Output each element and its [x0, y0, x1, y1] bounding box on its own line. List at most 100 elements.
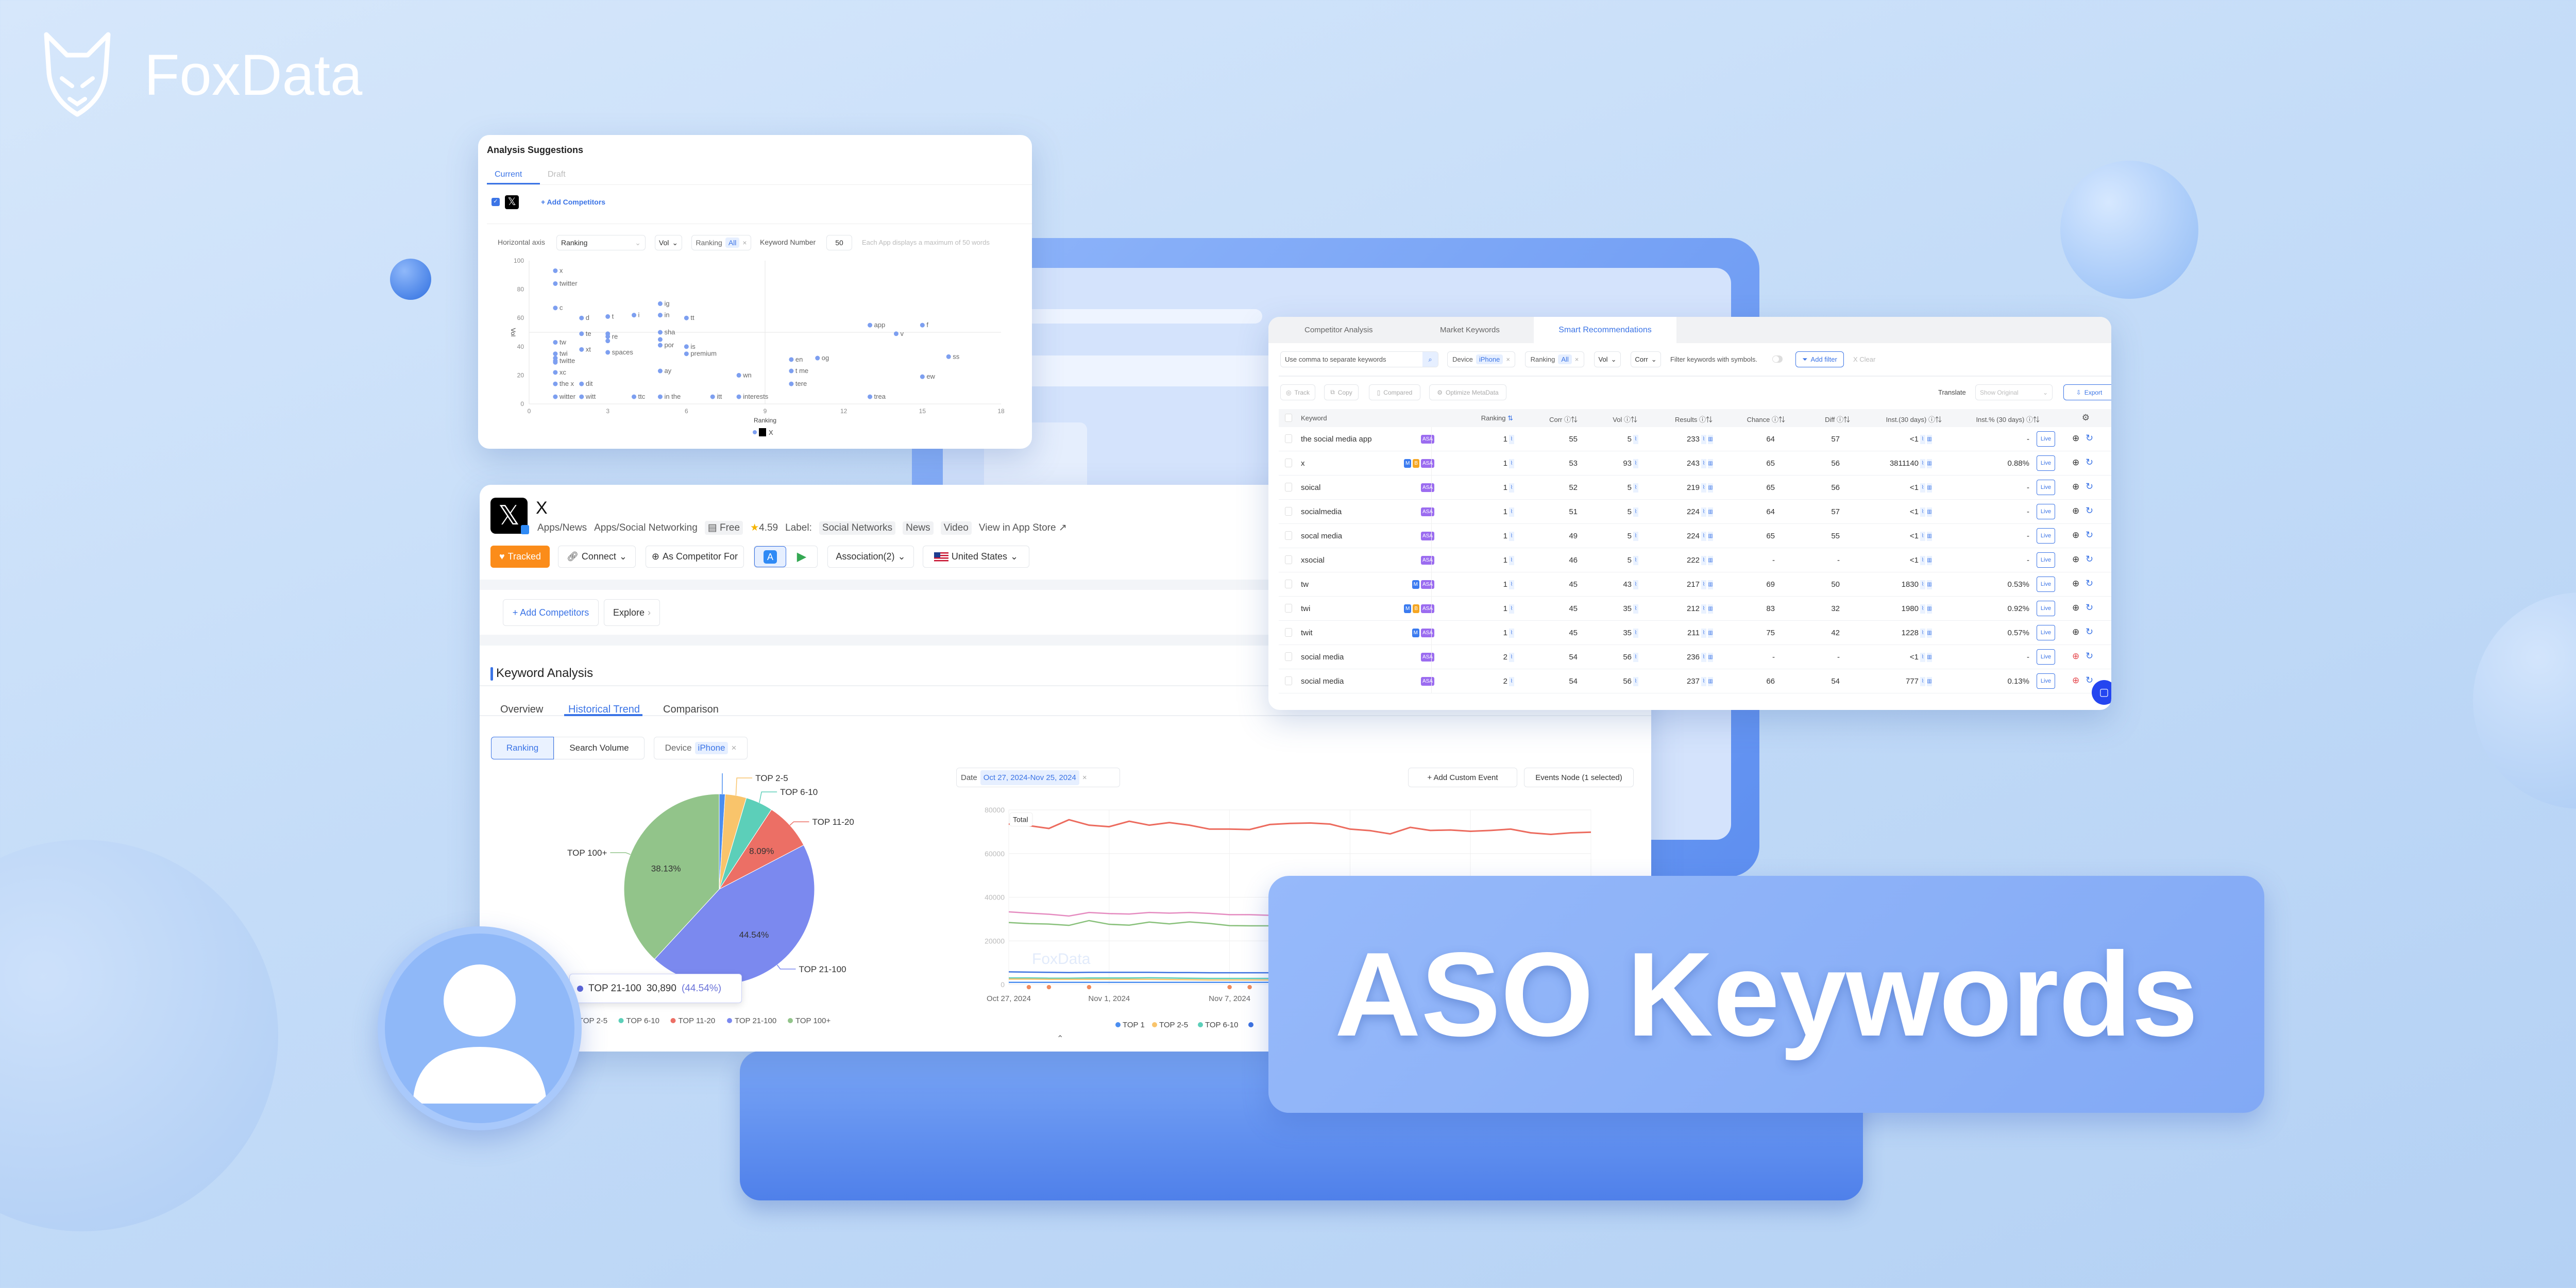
target-icon[interactable]: ⊕ — [2072, 530, 2079, 540]
row-checkbox[interactable] — [1285, 531, 1292, 540]
live-button[interactable]: Live — [2037, 528, 2055, 544]
keyword-search-input[interactable]: Use comma to separate keywords ⌕ — [1280, 351, 1438, 367]
trend-icon[interactable]: ⌇ — [1509, 531, 1514, 541]
trend-icon[interactable]: ⌇ — [1701, 531, 1706, 541]
add-custom-event-button[interactable]: + Add Custom Event — [1408, 768, 1517, 787]
tab-current[interactable]: Current — [495, 170, 522, 179]
add-competitors-button[interactable]: + Add Competitors — [541, 198, 605, 206]
close-icon[interactable]: × — [1575, 355, 1579, 363]
refresh-icon[interactable]: ↻ — [2086, 433, 2093, 444]
trend-icon[interactable]: ⌇ — [1701, 580, 1706, 589]
chart-bar-icon[interactable]: ▥ — [1708, 652, 1713, 662]
target-icon[interactable]: ⊕ — [2072, 651, 2079, 662]
chart-bar-icon[interactable]: ▥ — [1708, 483, 1713, 493]
chart-bar-icon[interactable]: ▥ — [1708, 604, 1713, 614]
column-settings-icon[interactable]: ⚙ — [2082, 413, 2090, 423]
target-icon[interactable]: ⊕ — [2072, 433, 2079, 444]
trend-icon[interactable]: ⌇ — [1701, 459, 1706, 468]
chart-bar-icon[interactable]: ▥ — [1927, 531, 1932, 541]
target-icon[interactable]: ⊕ — [2072, 627, 2079, 637]
chart-bar-icon[interactable]: ▥ — [1708, 580, 1713, 589]
refresh-icon[interactable]: ↻ — [2086, 602, 2093, 613]
trend-icon[interactable]: ⌇ — [1701, 434, 1706, 444]
target-icon[interactable]: ⊕ — [2072, 457, 2079, 468]
trend-icon[interactable]: ⌇ — [1920, 628, 1925, 638]
translate-select[interactable]: Show Original ⌄ — [1975, 384, 2053, 400]
trend-icon[interactable]: ⌇ — [1509, 483, 1514, 493]
trend-icon[interactable]: ⌇ — [1701, 604, 1706, 614]
compared-button[interactable]: ▯ Compared — [1369, 384, 1420, 400]
trend-icon[interactable]: ⌇ — [1920, 676, 1925, 686]
tab-comparison[interactable]: Comparison — [663, 704, 719, 716]
vol-filter[interactable]: Vol ⌄ — [1594, 351, 1621, 367]
trend-icon[interactable]: ⌇ — [1509, 604, 1514, 614]
col-inst[interactable]: Inst.(30 days) ⓘ⇅ — [1886, 414, 1942, 424]
corr-filter[interactable]: Corr ⌄ — [1631, 351, 1661, 367]
live-button[interactable]: Live — [2037, 649, 2055, 665]
refresh-icon[interactable]: ↻ — [2086, 651, 2093, 662]
refresh-icon[interactable]: ↻ — [2086, 530, 2093, 540]
chart-bar-icon[interactable]: ▥ — [1927, 652, 1932, 662]
app-store-icon[interactable]: A — [754, 546, 786, 567]
live-button[interactable]: Live — [2037, 552, 2055, 568]
symbols-toggle[interactable] — [1772, 355, 1783, 363]
as-competitor-button[interactable]: ⊕ As Competitor For — [646, 546, 744, 568]
store-toggle[interactable]: A ▶ — [754, 546, 818, 568]
view-in-app-store-link[interactable]: View in App Store ↗ — [979, 522, 1067, 534]
export-button[interactable]: ⇩ Export — [2063, 384, 2111, 400]
device-filter[interactable]: Device iPhone × — [1447, 351, 1515, 367]
connect-button[interactable]: 🔗︎ Connect ⌄ — [558, 546, 636, 568]
trend-icon[interactable]: ⌇ — [1633, 531, 1638, 541]
trend-icon[interactable]: ⌇ — [1509, 434, 1514, 444]
trend-icon[interactable]: ⌇ — [1633, 652, 1638, 662]
target-icon[interactable]: ⊕ — [2072, 579, 2079, 589]
live-button[interactable]: Live — [2037, 431, 2055, 447]
table-row[interactable]: twi M B ASA 1 ⌇ 45 35 ⌇ 212 ⌇ ▥ 83 32 1980 ⌇ ▥ 0.92% Live ⊕… — [1279, 597, 2111, 621]
trend-icon[interactable]: ⌇ — [1701, 507, 1706, 517]
refresh-icon[interactable]: ↻ — [2086, 505, 2093, 516]
trend-icon[interactable]: ⌇ — [1701, 676, 1706, 686]
trend-icon[interactable]: ⌇ — [1633, 483, 1638, 493]
refresh-icon[interactable]: ↻ — [2086, 481, 2093, 492]
live-button[interactable]: Live — [2037, 504, 2055, 519]
trend-icon[interactable]: ⌇ — [1633, 628, 1638, 638]
col-diff[interactable]: Diff ⓘ⇅ — [1825, 414, 1850, 424]
trend-icon[interactable]: ⌇ — [1509, 652, 1514, 662]
col-vol[interactable]: Vol ⓘ⇅ — [1613, 414, 1637, 424]
select-all-checkbox[interactable] — [1285, 414, 1292, 422]
close-icon[interactable]: × — [1506, 355, 1510, 363]
ranking-filter[interactable]: Ranking All × — [691, 235, 751, 250]
close-icon[interactable]: × — [731, 743, 736, 753]
collapse-caret-icon[interactable]: ⌃ — [1057, 1033, 1063, 1044]
trend-icon[interactable]: ⌇ — [1509, 459, 1514, 468]
target-icon[interactable]: ⊕ — [2072, 675, 2079, 686]
chart-bar-icon[interactable]: ▥ — [1708, 459, 1713, 468]
trend-icon[interactable]: ⌇ — [1509, 580, 1514, 589]
trend-icon[interactable]: ⌇ — [1701, 652, 1706, 662]
col-ranking[interactable]: Ranking ⇅ — [1481, 414, 1513, 422]
chart-bar-icon[interactable]: ▥ — [1927, 580, 1932, 589]
chart-bar-icon[interactable]: ▥ — [1927, 483, 1932, 493]
trend-icon[interactable]: ⌇ — [1920, 580, 1925, 589]
trend-icon[interactable]: ⌇ — [1509, 555, 1514, 565]
table-row[interactable]: twit M ASA 1 ⌇ 45 35 ⌇ 211 ⌇ ▥ 75 42 1228 ⌇ ▥ 0.57% Live ⊕… — [1279, 621, 2111, 645]
target-icon[interactable]: ⊕ — [2072, 482, 2079, 492]
chart-bar-icon[interactable]: ▥ — [1708, 628, 1713, 638]
chart-bar-icon[interactable]: ▥ — [1927, 604, 1932, 614]
trend-icon[interactable]: ⌇ — [1633, 555, 1638, 565]
tab-competitor-analysis[interactable]: Competitor Analysis — [1304, 326, 1373, 334]
row-checkbox[interactable] — [1285, 459, 1292, 467]
row-checkbox[interactable] — [1285, 580, 1292, 588]
row-checkbox[interactable] — [1285, 507, 1292, 516]
chart-bar-icon[interactable]: ▥ — [1927, 459, 1932, 468]
refresh-icon[interactable]: ↻ — [2086, 578, 2093, 589]
target-icon[interactable]: ⊕ — [2072, 603, 2079, 613]
trend-icon[interactable]: ⌇ — [1701, 483, 1706, 493]
trend-icon[interactable]: ⌇ — [1920, 531, 1925, 541]
explore-button[interactable]: Explore › — [604, 599, 660, 626]
trend-icon[interactable]: ⌇ — [1701, 628, 1706, 638]
refresh-icon[interactable]: ↻ — [2086, 626, 2093, 637]
chart-bar-icon[interactable]: ▥ — [1708, 531, 1713, 541]
trend-icon[interactable]: ⌇ — [1701, 555, 1706, 565]
trend-icon[interactable]: ⌇ — [1509, 507, 1514, 517]
